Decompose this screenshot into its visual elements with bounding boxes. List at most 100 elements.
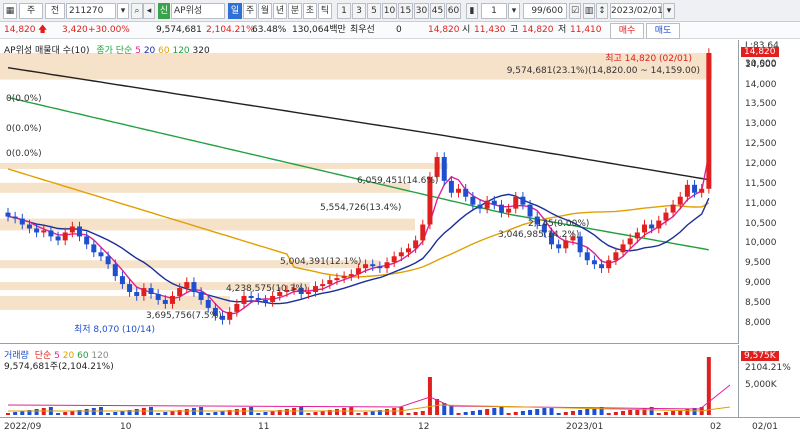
candle-body xyxy=(556,244,562,249)
volume-bar xyxy=(406,413,411,415)
candle-body xyxy=(420,224,426,241)
period-year-tab[interactable]: 년 xyxy=(273,3,287,19)
sell-button[interactable]: 매도 xyxy=(646,23,680,39)
volume-bar xyxy=(606,413,611,415)
volume-bar xyxy=(184,409,189,415)
interval-5[interactable]: 5 xyxy=(367,3,381,19)
exchange-select[interactable]: 전 xyxy=(45,3,65,19)
legend-ma60: 60 xyxy=(158,46,170,56)
candle-body xyxy=(91,244,97,253)
interval-10[interactable]: 10 xyxy=(382,3,397,19)
volume-bar xyxy=(492,408,497,415)
volume-current-badge: 9,575K xyxy=(741,351,779,361)
volume-bar xyxy=(463,412,468,415)
volume-bar xyxy=(542,408,547,415)
volume-bar xyxy=(628,410,633,415)
candle-body xyxy=(470,196,476,205)
market-select[interactable]: 주 xyxy=(19,3,43,19)
stock-code-input[interactable]: 211270 xyxy=(66,3,116,19)
period-second-tab[interactable]: 초 xyxy=(303,3,317,19)
candle-body xyxy=(48,230,54,237)
candle-body xyxy=(205,299,211,308)
candle-body xyxy=(313,286,319,293)
candle-body xyxy=(184,282,190,289)
sort-icon[interactable]: ↕ xyxy=(596,3,608,19)
chart-icon[interactable]: ▥ xyxy=(583,3,595,19)
interval-1[interactable]: 1 xyxy=(337,3,351,19)
profile-label: 6,059,451(14.6%) xyxy=(357,176,438,186)
candle-body xyxy=(370,264,376,267)
toolbar: ▦ 주 전 211270 ▾ ⌕ ◂ 신 AP위성 일 주 월 년 분 초 틱 … xyxy=(0,0,800,22)
candle-body xyxy=(119,276,125,285)
period-week-tab[interactable]: 주 xyxy=(243,3,257,19)
candle-body xyxy=(198,292,204,300)
price-chart-panel[interactable]: 최고 14,820 (02/01) 9,574,681(23.1%)(14,820… xyxy=(0,40,738,344)
calendar-icon[interactable]: ▾ xyxy=(663,3,675,19)
price-axis: 30,000 14,500 14,000 13,500 13,000 12,500 12,0… xyxy=(738,40,800,344)
volume-bar xyxy=(456,413,461,415)
search-icon[interactable]: ⌕ xyxy=(131,3,143,19)
count-input[interactable]: 99/600 xyxy=(523,3,567,19)
zero-label: 0(0.0%) xyxy=(6,94,42,104)
volume-ratio: 2,104.21% xyxy=(206,25,255,35)
menu-grid-icon[interactable]: ▦ xyxy=(3,3,17,19)
date-label-2022-09: 2022/09 xyxy=(4,422,42,432)
price-axis-label: 11,000 xyxy=(745,198,777,209)
volume-bar xyxy=(63,412,68,415)
interval-60[interactable]: 60 xyxy=(446,3,461,19)
volume-chart-panel[interactable]: 거래량 단순 5 20 60 120 9,574,681주(2,104.21%) xyxy=(0,345,738,417)
candle-body xyxy=(69,226,75,233)
volume-bar xyxy=(385,409,390,415)
new-badge: 신 xyxy=(158,3,170,19)
multiplier-dropdown-icon[interactable]: ▾ xyxy=(508,3,520,19)
volume-bar xyxy=(520,411,525,415)
period-minute-tab[interactable]: 분 xyxy=(288,3,302,19)
candle-body xyxy=(563,240,569,249)
speaker-icon[interactable]: ◂ xyxy=(143,3,155,19)
price-axis-label: 10,500 xyxy=(745,218,777,229)
legend-ma-label: 종가 단순 xyxy=(96,46,133,56)
volume-bar xyxy=(499,407,504,415)
volume-bar xyxy=(656,413,661,415)
volume-bar xyxy=(334,409,339,415)
volume-chart-canvas[interactable] xyxy=(0,345,738,417)
volume-ma5-line xyxy=(7,384,731,410)
volume-bar xyxy=(356,413,361,415)
buy-button[interactable]: 매수 xyxy=(610,23,644,39)
candle-body xyxy=(599,264,605,269)
profile-label: 3,046,985(14.2%) xyxy=(498,230,579,240)
ma320-line xyxy=(7,67,709,181)
interval-45[interactable]: 45 xyxy=(430,3,445,19)
legend-ma5: 5 xyxy=(135,46,141,56)
interval-3[interactable]: 3 xyxy=(352,3,366,19)
interval-15[interactable]: 15 xyxy=(398,3,413,19)
price-chart-canvas[interactable]: 최고 14,820 (02/01) 9,574,681(23.1%)(14,820… xyxy=(0,40,738,344)
volume-profile-band xyxy=(0,182,410,193)
candle-body xyxy=(148,288,154,295)
period-day-tab[interactable]: 일 xyxy=(228,3,242,19)
multiplier-input[interactable]: 1 xyxy=(481,3,507,19)
volume-bar xyxy=(34,409,39,415)
candle-body xyxy=(262,299,268,302)
period-tick-tab[interactable]: 틱 xyxy=(318,3,332,19)
code-dropdown-icon[interactable]: ▾ xyxy=(117,3,129,19)
candle-body xyxy=(491,200,497,205)
candle-body xyxy=(84,236,90,245)
price-axis-label: 12,000 xyxy=(745,158,777,169)
candle-body xyxy=(320,284,326,287)
volume-bar xyxy=(220,411,225,415)
date-input[interactable]: 2023/02/01 xyxy=(610,3,663,19)
checkbox-icon[interactable]: ☑ xyxy=(569,3,581,19)
candle-body xyxy=(155,294,161,300)
candle-body xyxy=(477,204,483,209)
profile-label: 4,238,575(10.3%) xyxy=(226,284,307,294)
volume-bar xyxy=(270,411,275,415)
period-month-tab[interactable]: 월 xyxy=(258,3,272,19)
open-price: 11,430 xyxy=(474,25,506,35)
high-annotation: 최고 14,820 (02/01) xyxy=(605,53,692,64)
interval-30[interactable]: 30 xyxy=(414,3,429,19)
legend-ma120: 120 xyxy=(172,46,190,56)
candle-body xyxy=(456,188,462,193)
chart-style-icon[interactable]: ▮ xyxy=(466,3,478,19)
volume-bar xyxy=(363,412,368,415)
